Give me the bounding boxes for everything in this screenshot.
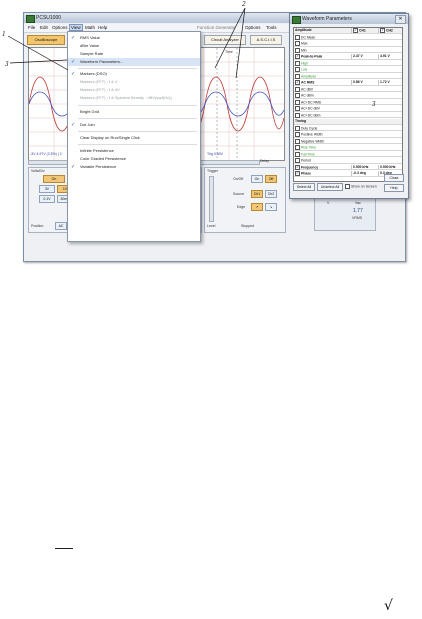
sqrt-symbol: √ bbox=[384, 598, 393, 614]
fraction-bar bbox=[55, 548, 73, 549]
annotation-arrows bbox=[7, 7, 246, 79]
